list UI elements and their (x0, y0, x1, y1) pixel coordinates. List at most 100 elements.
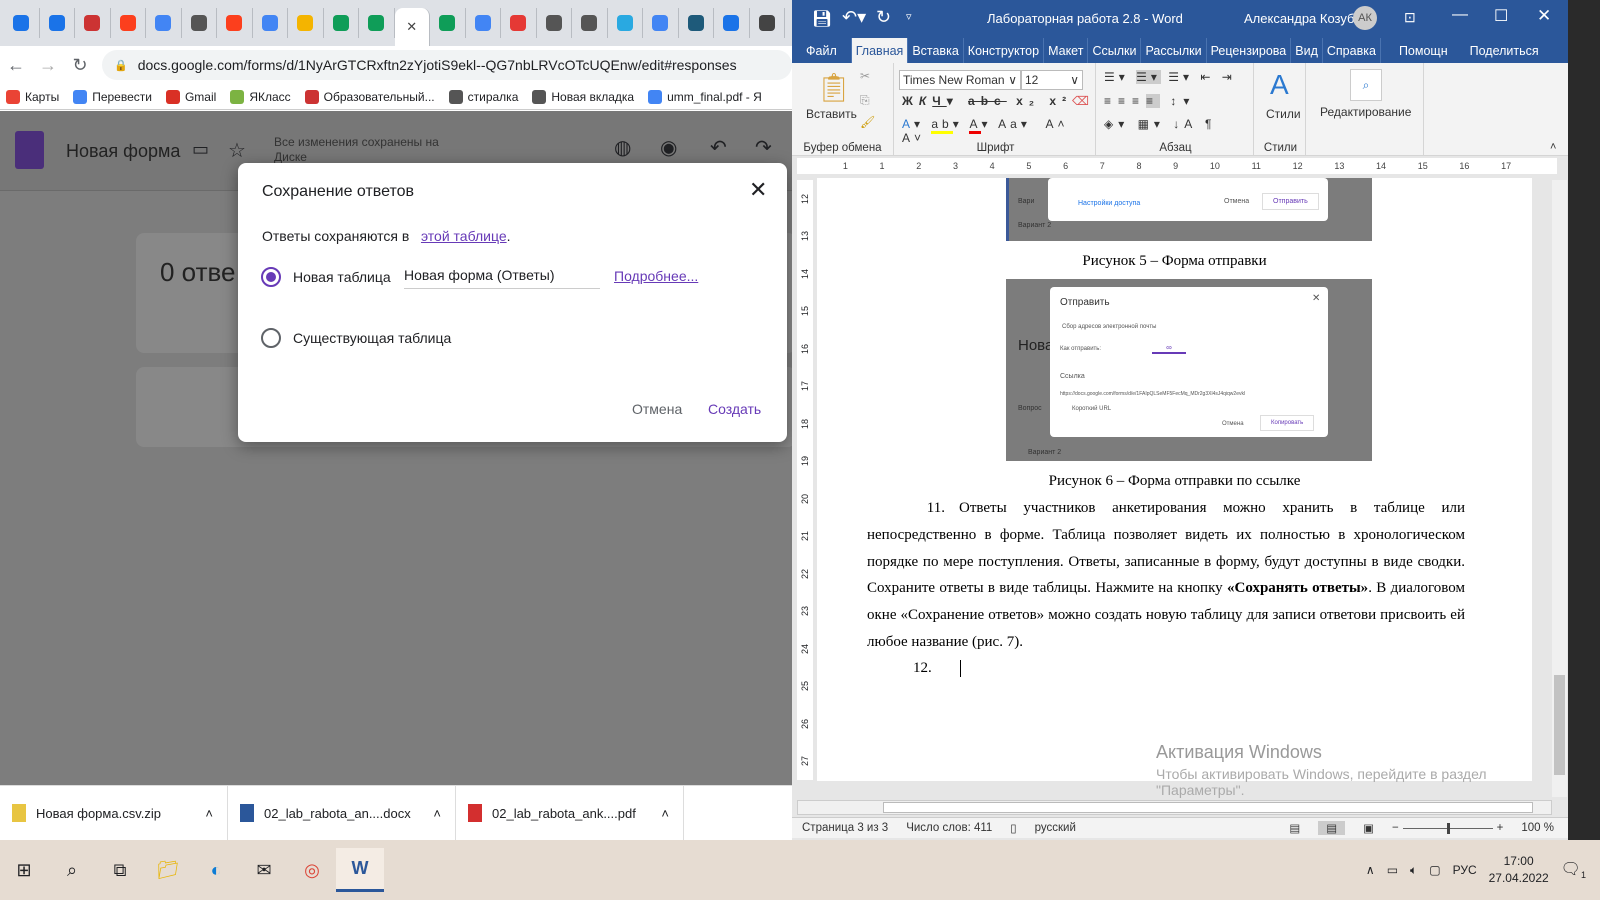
task-view-icon[interactable]: ⧉ (96, 848, 144, 892)
cancel-button[interactable]: Отмена (632, 401, 682, 417)
paste-icon[interactable]: 📋︎ (816, 71, 852, 104)
ribbon-tab[interactable]: Справка (1323, 38, 1381, 63)
close-icon[interactable]: ✕ (1537, 6, 1551, 26)
bookmark-item[interactable]: Новая вкладка (532, 89, 634, 104)
notifications-icon[interactable]: 🗨︎1 (1561, 859, 1586, 880)
download-item[interactable]: 02_lab_rabota_ank....pdf ˄ (456, 785, 684, 841)
start-icon[interactable]: ⊞ (0, 848, 48, 892)
bookmark-item[interactable]: Карты (6, 89, 59, 104)
forward-icon[interactable]: → (32, 55, 64, 76)
browser-tab[interactable] (253, 8, 288, 38)
ribbon-tab[interactable]: Поделиться (1466, 38, 1543, 63)
font-name-dropdown[interactable]: Times New Roman ∨ (899, 70, 1021, 90)
edge-icon[interactable]: ◐ (192, 848, 240, 892)
browser-tab[interactable] (288, 8, 324, 38)
word-count[interactable]: Число слов: 411 (906, 822, 992, 834)
ribbon-tab[interactable]: Вид (1291, 38, 1323, 63)
radio-new-table[interactable] (261, 267, 281, 287)
undo-icon[interactable]: ↶▾ (842, 7, 866, 28)
browser-tab[interactable] (359, 8, 395, 38)
print-layout-icon[interactable]: ▤ (1318, 821, 1346, 835)
text-effects-buttons[interactable]: A▾ ab▾ A▾ Aa▾ A˄ A˅ (902, 117, 1095, 145)
cut-icon[interactable]: ✂ (860, 69, 870, 83)
star-icon[interactable]: ☆ (228, 138, 246, 163)
ribbon-display-icon[interactable]: ⊡ (1404, 9, 1416, 26)
vertical-scrollbar[interactable] (1552, 180, 1567, 797)
word-icon[interactable]: W (336, 848, 384, 892)
redo-icon[interactable]: ↻ (876, 7, 891, 28)
option-existing-table[interactable]: Существующая таблица (261, 328, 451, 348)
chevron-up-icon[interactable]: ˄ (205, 806, 213, 821)
bookmark-item[interactable]: Gmail (165, 89, 216, 104)
browser-tab[interactable] (40, 8, 75, 38)
bookmark-item[interactable]: Образовательный... (304, 89, 435, 104)
bookmark-item[interactable]: umm_final.pdf - Я (648, 89, 762, 104)
close-icon[interactable]: ✕ (749, 177, 767, 203)
list-buttons[interactable]: ☰▾ ☰▾ ☰▾ ⇤ ⇥ (1104, 70, 1236, 84)
minimize-icon[interactable]: — (1452, 6, 1468, 24)
browser-tab[interactable] (537, 8, 572, 38)
folder-icon[interactable]: ▭ (192, 139, 209, 160)
download-item[interactable]: 02_lab_rabota_an....docx ˄ (228, 785, 456, 841)
undo-icon[interactable]: ↶ (710, 135, 727, 160)
browser-tab[interactable] (466, 8, 501, 38)
user-name[interactable]: Александра Козуб (1244, 11, 1354, 26)
tray-chevron-icon[interactable]: ∧ (1366, 863, 1375, 877)
battery-icon[interactable]: ▭ (1387, 863, 1398, 877)
editing-button[interactable]: Редактирование (1320, 105, 1411, 119)
clear-format-icon[interactable]: ⌫ (1072, 94, 1089, 108)
browser-tab[interactable] (75, 8, 111, 38)
shading-border-buttons[interactable]: ◈▾ ▦▾ ↓A ¶ (1104, 117, 1216, 131)
browser-tab[interactable] (111, 8, 146, 38)
language[interactable]: русский (1035, 822, 1076, 834)
copy-icon[interactable]: ⎘ (860, 93, 870, 108)
find-icon[interactable]: ⌕ (1350, 69, 1382, 101)
horizontal-scrollbar[interactable] (797, 800, 1552, 815)
styles-icon[interactable]: A (1270, 69, 1289, 101)
ribbon-tab[interactable]: Ссылки (1088, 38, 1142, 63)
more-link[interactable]: Подробнее... (614, 268, 698, 284)
avatar[interactable]: АК (1353, 6, 1377, 30)
collapse-ribbon-icon[interactable]: ˄ (1550, 141, 1556, 153)
proofing-icon[interactable]: ▯ (1010, 821, 1016, 835)
browser-tab[interactable] (430, 8, 466, 38)
browser-tab[interactable] (501, 8, 537, 38)
ribbon-tab[interactable]: Конструктор (964, 38, 1045, 63)
this-table-link[interactable]: этой таблице (421, 228, 507, 244)
ribbon-tab[interactable]: Рецензирова (1207, 38, 1292, 63)
document-page[interactable]: Вари Вариант 2 Настройки доступа Отмена … (817, 178, 1532, 781)
bookmark-item[interactable]: Перевести (73, 89, 152, 104)
bookmark-item[interactable]: стиралка (448, 89, 518, 104)
browser-tab[interactable] (4, 8, 40, 38)
ribbon-tab[interactable]: Макет (1044, 38, 1089, 63)
browser-tab[interactable] (572, 8, 608, 38)
browser-tab[interactable] (324, 8, 359, 38)
download-item[interactable]: Новая форма.csv.zip ˄ (0, 785, 228, 841)
form-title[interactable]: Новая форма (66, 141, 180, 162)
radio-existing-table[interactable] (261, 328, 281, 348)
new-table-name-input[interactable]: Новая форма (Ответы) (404, 267, 600, 289)
customize-qat-icon[interactable]: ▿ (906, 10, 912, 23)
redo-icon[interactable]: ↷ (755, 135, 772, 160)
meet-icon[interactable]: ▢ (1429, 863, 1440, 877)
volume-icon[interactable]: 🔈︎ (1410, 863, 1417, 878)
web-layout-icon[interactable]: ▣ (1363, 821, 1374, 835)
chevron-up-icon[interactable]: ˄ (661, 806, 669, 821)
close-tab-icon[interactable]: ✕ (406, 19, 417, 35)
browser-tab[interactable] (608, 8, 643, 38)
create-button[interactable]: Создать (708, 401, 761, 417)
browser-tab[interactable] (750, 8, 785, 38)
zoom-slider[interactable]: − + (1392, 822, 1503, 834)
save-icon[interactable]: 💾︎ (812, 9, 832, 29)
page-count[interactable]: Страница 3 из 3 (802, 822, 888, 834)
paste-button[interactable]: Вставить (806, 107, 857, 121)
back-icon[interactable]: ← (0, 55, 32, 76)
browser-tab[interactable] (679, 8, 714, 38)
zoom-level[interactable]: 100 % (1521, 822, 1554, 834)
browser-tab[interactable] (714, 8, 750, 38)
option-new-table[interactable]: Новая таблица (261, 267, 391, 287)
clock[interactable]: 17:00 27.04.2022 (1489, 853, 1549, 887)
preview-icon[interactable]: ◉ (660, 135, 677, 160)
horizontal-ruler[interactable]: 1 1 2 3 4 5 6 7 8 9 10 11 12 13 14 15 16 17 (797, 158, 1557, 174)
ribbon-tab[interactable]: Помощн (1395, 38, 1452, 63)
